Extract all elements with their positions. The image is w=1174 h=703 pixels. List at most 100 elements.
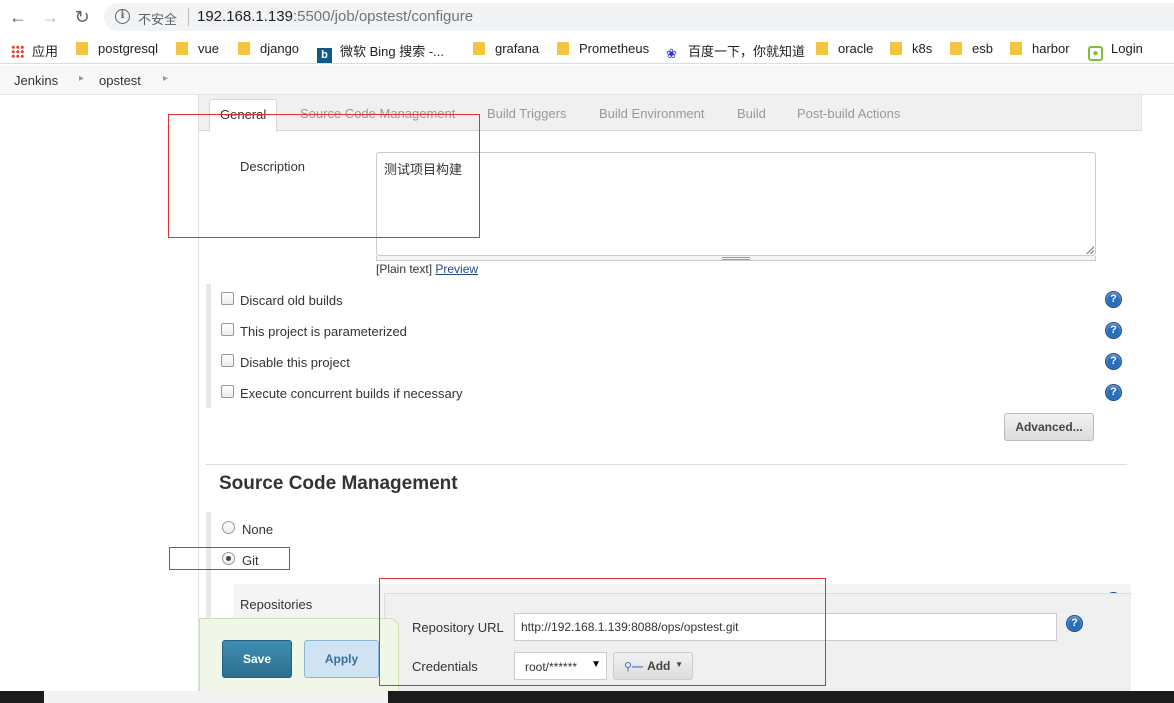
folder-icon [238,42,250,55]
help-icon[interactable]: ? [1105,353,1122,370]
section-divider [206,464,1127,465]
bookmark-label: Prometheus [579,41,650,56]
bookmark-bing[interactable]: b 微软 Bing 搜索 -... [317,41,445,63]
bookmark-label: postgresql [98,41,158,56]
info-icon[interactable]: i [115,9,130,24]
folder-icon [1010,42,1022,55]
credentials-label: Credentials [412,659,478,674]
tab-build-triggers[interactable]: Build Triggers [487,106,566,121]
concurrent-builds-label: Execute concurrent builds if necessary [240,386,463,401]
reload-icon[interactable]: ↻ [71,6,93,28]
disable-project-label: Disable this project [240,355,350,370]
baidu-icon: ❀ [666,46,677,61]
help-icon[interactable]: ? [1105,291,1122,308]
dropdown-arrow-icon: ▼ [591,659,601,670]
textarea-resize-handle[interactable] [722,257,750,260]
bing-icon: b [317,48,332,63]
parameterized-label: This project is parameterized [240,324,407,339]
folder-icon [473,42,485,55]
bookmark-label: k8s [912,41,933,56]
repository-url-label: Repository URL [412,620,504,635]
insecure-label: 不安全 [138,12,178,27]
help-icon[interactable]: ? [1105,384,1122,401]
login-icon: ● [1088,46,1103,61]
config-tabs: General Source Code Management Build Tri… [199,95,1142,132]
panel-border [198,95,199,703]
resize-grip-icon[interactable] [1086,246,1094,254]
folder-icon [76,42,88,55]
url-path: :5500/job/opstest/configure [292,8,474,25]
bookmark-label: 微软 Bing 搜索 -... [340,44,445,59]
scm-none-label: None [242,522,274,537]
folder-icon [557,42,569,55]
scm-none-radio[interactable] [222,521,235,534]
browser-toolbar: ← → ↻ i 不安全 192.168.1.139:5500/job/opste… [0,0,1174,34]
bookmark-vue[interactable]: vue [176,41,219,59]
tab-build[interactable]: Build [737,106,766,121]
apps-icon [11,45,24,58]
folder-icon [176,42,188,55]
bookmark-prometheus[interactable]: Prometheus [557,41,649,59]
tab-build-environment[interactable]: Build Environment [599,106,705,121]
help-icon[interactable]: ? [1066,615,1083,632]
save-button[interactable]: Save [222,640,292,678]
options-section-bar [206,284,211,408]
bookmark-baidu[interactable]: ❀ 百度一下，你就知道 [666,41,806,61]
address-bar[interactable]: i 不安全 192.168.1.139:5500/job/opstest/con… [104,3,1174,31]
bookmark-esb[interactable]: esb [950,41,993,59]
repositories-label: Repositories [240,597,313,612]
plain-text-label: [Plain text] [376,262,433,276]
format-hint: [Plain text] Preview [376,262,478,276]
bookmark-harbor[interactable]: harbor [1010,41,1070,59]
disable-project-checkbox[interactable] [221,354,234,367]
folder-icon [890,42,902,55]
chevron-right-icon[interactable]: ▸ [163,73,168,84]
chevron-right-icon[interactable]: ▸ [79,73,84,84]
bookmark-apps[interactable]: 应用 [11,41,58,59]
breadcrumb-opstest[interactable]: opstest [99,73,141,88]
apply-button[interactable]: Apply [304,640,379,678]
credentials-select[interactable]: root/****** ▼ [514,652,607,680]
tab-post-build-actions[interactable]: Post-build Actions [797,106,900,121]
bookmark-django[interactable]: django [238,41,299,59]
folder-icon [816,42,828,55]
bookmark-label: harbor [1032,41,1070,56]
add-label: Add [647,659,671,673]
scm-section-title: Source Code Management [219,473,458,494]
concurrent-builds-checkbox[interactable] [221,385,234,398]
breadcrumb: Jenkins ▸ opstest ▸ [0,65,1174,95]
discard-old-builds-checkbox[interactable] [221,292,234,305]
bookmark-grafana[interactable]: grafana [473,41,539,59]
repository-entry [384,593,1131,691]
description-textarea[interactable]: 测试项目构建 [376,152,1096,256]
forward-arrow-icon[interactable]: → [39,6,61,28]
advanced-button[interactable]: Advanced... [1004,413,1094,441]
url-divider [188,8,189,26]
bookmark-oracle[interactable]: oracle [816,41,873,59]
bookmark-login[interactable]: ● Login [1088,41,1143,61]
preview-link[interactable]: Preview [435,262,478,276]
back-arrow-icon[interactable]: ← [7,6,29,28]
tab-source-code-management[interactable]: Source Code Management [300,106,455,121]
bookmark-label: esb [972,41,993,56]
discard-old-builds-label: Discard old builds [240,293,343,308]
add-credentials-button[interactable]: ⚲— Add ▼ [613,652,693,680]
bookmark-postgresql[interactable]: postgresql [76,41,158,59]
credentials-value: root/****** [525,660,578,674]
scm-git-label: Git [242,553,259,568]
taskbar-search-box[interactable] [44,691,388,703]
repository-url-input[interactable] [514,613,1057,641]
folder-icon [950,42,962,55]
bookmark-label: django [260,41,300,56]
scm-git-radio[interactable] [222,552,235,565]
bookmark-label: grafana [495,41,540,56]
bookmark-label: 百度一下，你就知道 [688,44,806,59]
tab-general[interactable]: General [209,99,278,132]
bookmark-label: vue [198,41,219,56]
bookmark-k8s[interactable]: k8s [890,41,932,59]
help-icon[interactable]: ? [1105,322,1122,339]
breadcrumb-jenkins[interactable]: Jenkins [14,73,58,88]
url-text[interactable]: 192.168.1.139:5500/job/opstest/configure [197,8,473,25]
parameterized-checkbox[interactable] [221,323,234,336]
bookmark-label: oracle [838,41,874,56]
